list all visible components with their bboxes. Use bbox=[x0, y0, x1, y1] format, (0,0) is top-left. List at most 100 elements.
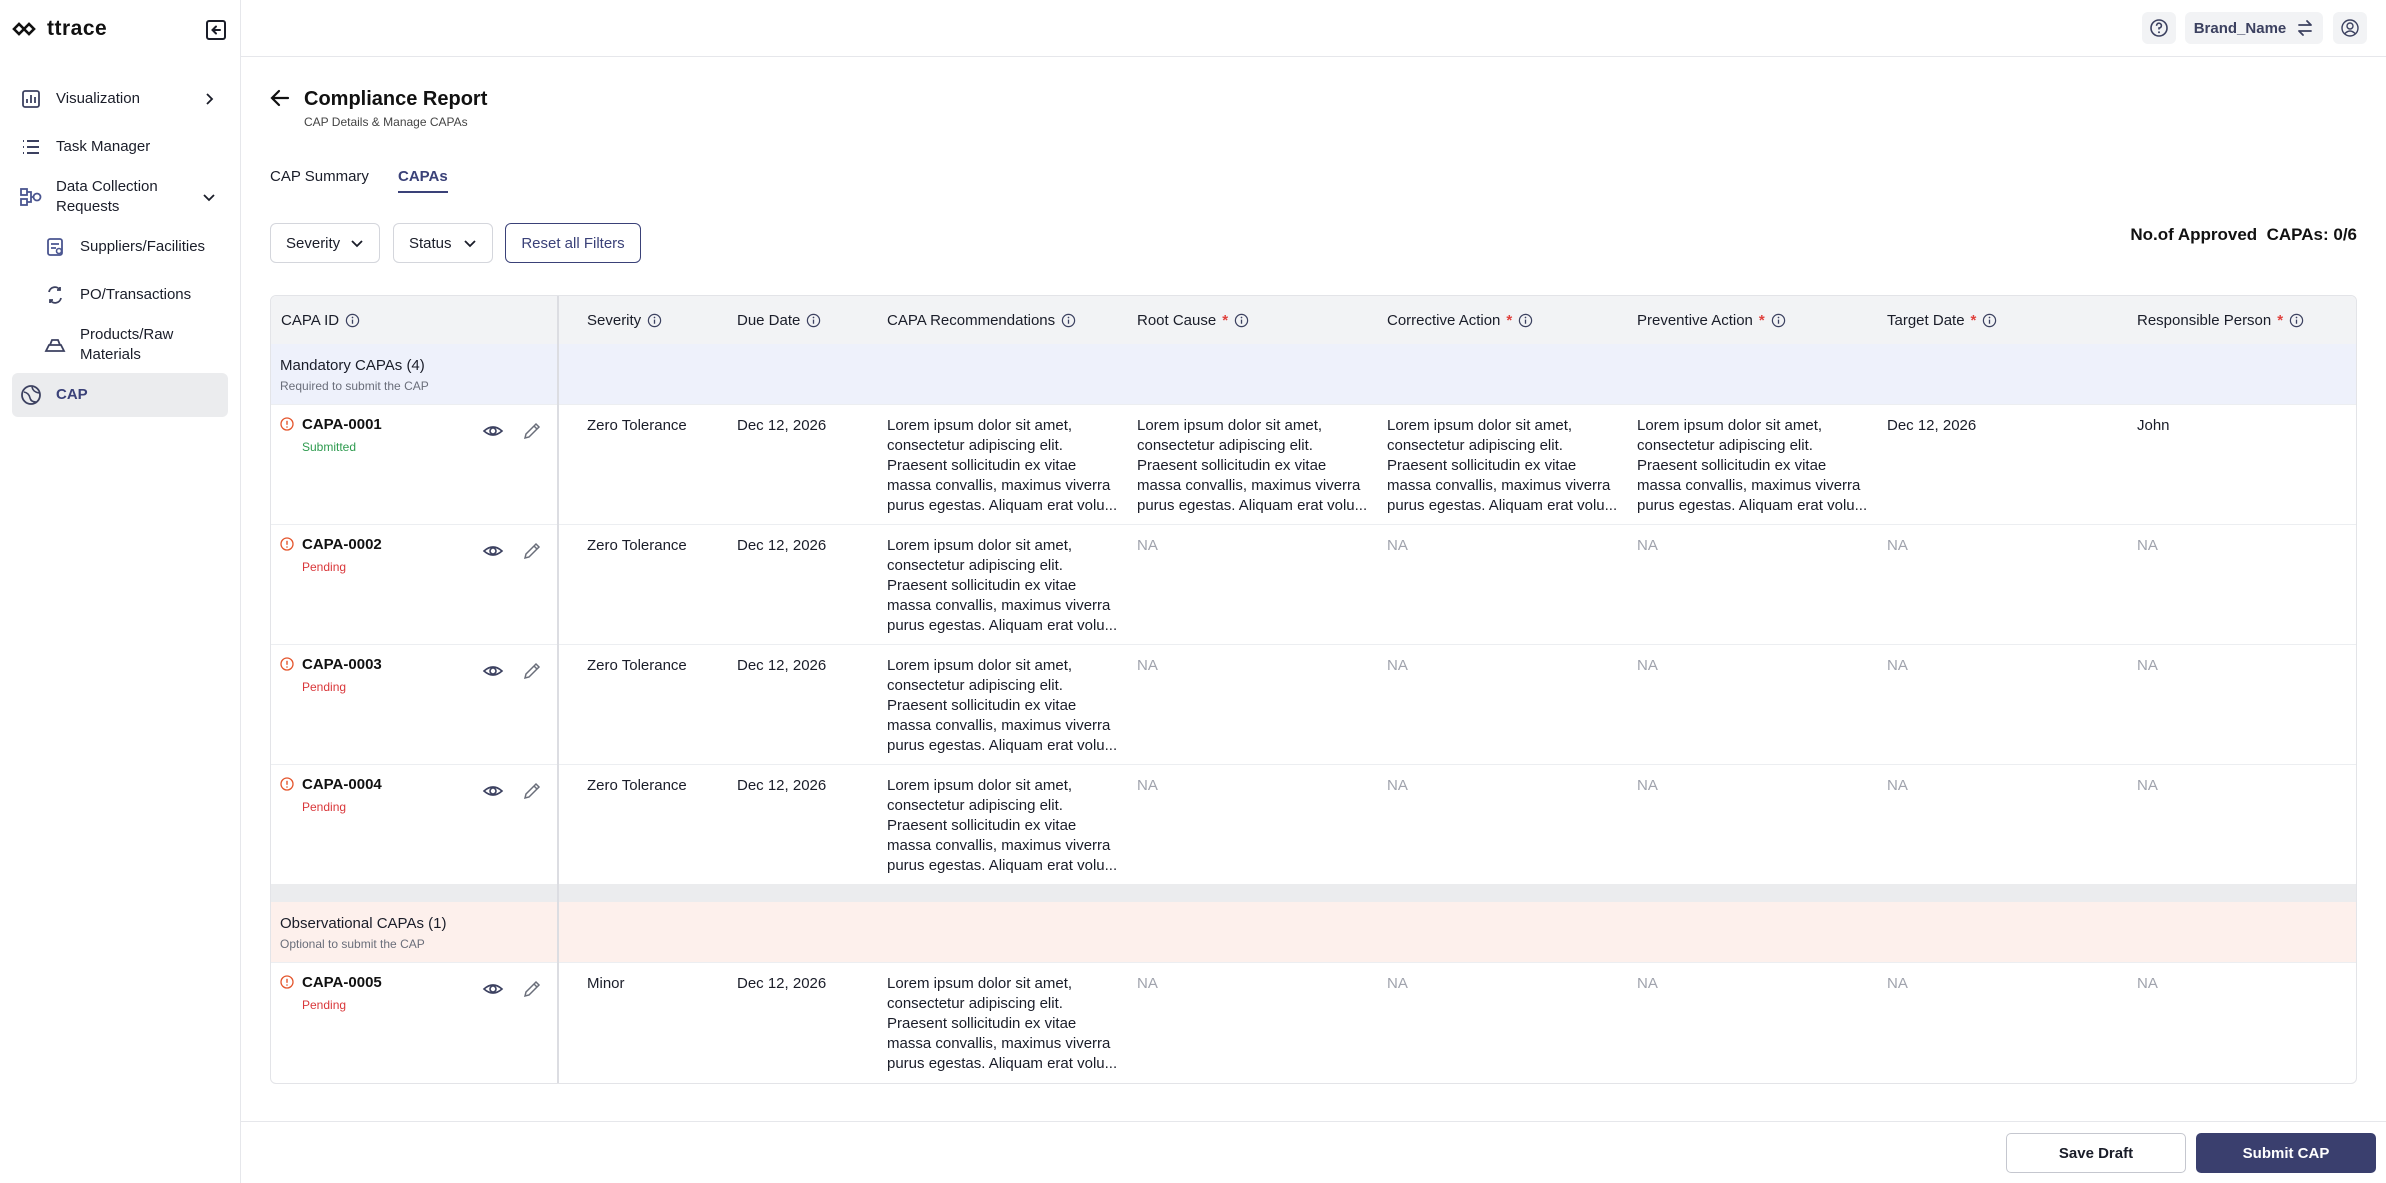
arrow-left-icon bbox=[270, 89, 290, 107]
tab-capas[interactable]: CAPAs bbox=[398, 168, 448, 193]
severity-filter[interactable]: Severity bbox=[270, 223, 380, 263]
due-date-cell: Dec 12, 2026 bbox=[737, 417, 827, 434]
column-header-label: Responsible Person bbox=[2137, 311, 2272, 329]
column-header-label: CAPA Recommendations bbox=[887, 311, 1056, 329]
column-header[interactable]: Severity bbox=[587, 296, 662, 344]
chevron-down-icon bbox=[351, 240, 363, 248]
preventive-action-cell: NA bbox=[1637, 975, 1658, 992]
edit-icon[interactable] bbox=[521, 660, 543, 682]
due-date-cell: Dec 12, 2026 bbox=[737, 777, 827, 794]
severity-cell: Zero Tolerance bbox=[587, 537, 687, 554]
logo[interactable]: ttrace bbox=[11, 16, 107, 42]
sidebar-item-visualization[interactable]: Visualization bbox=[12, 86, 228, 112]
user-profile-button[interactable] bbox=[2333, 12, 2367, 44]
responsible-person-cell: NA bbox=[2137, 975, 2158, 992]
brand-switcher-button[interactable]: Brand_Name bbox=[2185, 12, 2323, 44]
column-header[interactable]: Root Cause * bbox=[1137, 296, 1249, 344]
sidebar-item-label: Data Collection Requests bbox=[56, 178, 158, 215]
page-subtitle: CAP Details & Manage CAPAs bbox=[304, 115, 468, 129]
preventive-action-cell: NA bbox=[1637, 537, 1658, 554]
group-subtitle: Required to submit the CAP bbox=[280, 379, 429, 393]
info-icon[interactable] bbox=[1771, 313, 1786, 328]
list-icon bbox=[20, 136, 42, 158]
column-header[interactable]: Corrective Action * bbox=[1387, 296, 1533, 344]
edit-icon[interactable] bbox=[521, 420, 543, 442]
target-date-cell: NA bbox=[1887, 657, 1908, 674]
required-marker: * bbox=[1222, 311, 1229, 329]
capa-id[interactable]: CAPA-0005 bbox=[302, 974, 382, 991]
status-filter[interactable]: Status bbox=[393, 223, 493, 263]
top-bar bbox=[241, 0, 2386, 57]
severity-cell: Minor bbox=[587, 975, 625, 992]
sidebar-item-products[interactable]: Products/Raw Materials bbox=[36, 324, 228, 366]
root-cause-cell: NA bbox=[1137, 777, 1158, 794]
group-row-mandatory: Mandatory CAPAs (4) Required to submit t… bbox=[271, 344, 2356, 404]
edit-icon[interactable] bbox=[521, 978, 543, 1000]
info-icon[interactable] bbox=[1982, 313, 1997, 328]
collapse-sidebar-button[interactable] bbox=[204, 18, 228, 42]
severity-cell: Zero Tolerance bbox=[587, 777, 687, 794]
column-header[interactable]: Target Date * bbox=[1887, 296, 1997, 344]
capa-id[interactable]: CAPA-0004 bbox=[302, 776, 382, 793]
recommendation-cell: Lorem ipsum dolor sit amet, consectetur … bbox=[887, 975, 1118, 1072]
capa-id[interactable]: CAPA-0001 bbox=[302, 416, 382, 433]
required-marker: * bbox=[2277, 311, 2284, 329]
eye-icon[interactable] bbox=[482, 978, 504, 1000]
recommendation-cell: Lorem ipsum dolor sit amet, consectetur … bbox=[887, 417, 1118, 514]
info-icon[interactable] bbox=[1061, 313, 1076, 328]
info-icon[interactable] bbox=[806, 313, 821, 328]
save-draft-button[interactable]: Save Draft bbox=[2006, 1133, 2186, 1173]
info-icon[interactable] bbox=[647, 313, 662, 328]
submit-cap-button[interactable]: Submit CAP bbox=[2196, 1133, 2376, 1173]
tab-cap-summary[interactable]: CAP Summary bbox=[270, 168, 369, 191]
group-row-observational: Observational CAPAs (1) Optional to subm… bbox=[271, 902, 2356, 962]
sidebar-item-cap[interactable]: CAP bbox=[12, 373, 228, 417]
corrective-action-cell: NA bbox=[1387, 975, 1408, 992]
info-icon[interactable] bbox=[2289, 313, 2304, 328]
sidebar-item-label: Suppliers/Facilities bbox=[80, 238, 206, 255]
table-row: CAPA-0005 Pending Minor Dec 12, 2026 Lorem i… bbox=[271, 962, 2356, 1082]
required-marker: * bbox=[1970, 311, 1977, 329]
column-header-label: Preventive Action bbox=[1637, 311, 1753, 329]
supplier-icon bbox=[44, 236, 66, 258]
due-date-cell: Dec 12, 2026 bbox=[737, 975, 827, 992]
group-separator bbox=[271, 884, 2356, 902]
info-icon[interactable] bbox=[1234, 313, 1249, 328]
target-date-cell: NA bbox=[1887, 975, 1908, 992]
edit-icon[interactable] bbox=[521, 540, 543, 562]
help-icon bbox=[2150, 19, 2168, 37]
sidebar-item-task-manager[interactable]: Task Manager bbox=[12, 134, 228, 160]
back-button[interactable] bbox=[268, 86, 296, 110]
root-cause-cell: Lorem ipsum dolor sit amet, consectetur … bbox=[1137, 417, 1368, 514]
edit-icon[interactable] bbox=[521, 780, 543, 802]
sidebar-item-suppliers[interactable]: Suppliers/Facilities bbox=[36, 234, 228, 260]
column-header[interactable]: CAPA ID bbox=[281, 296, 360, 344]
sidebar-item-label: PO/Transactions bbox=[80, 286, 192, 303]
eye-icon[interactable] bbox=[482, 540, 504, 562]
column-header[interactable]: Due Date bbox=[737, 296, 821, 344]
column-header[interactable]: Preventive Action * bbox=[1637, 296, 1786, 344]
status-label: Submitted bbox=[302, 440, 357, 454]
capa-id[interactable]: CAPA-0003 bbox=[302, 656, 382, 673]
column-header[interactable]: CAPA Recommendations bbox=[887, 296, 1076, 344]
column-header[interactable]: Responsible Person * bbox=[2137, 296, 2304, 344]
reset-filters-button[interactable]: Reset all Filters bbox=[505, 223, 641, 263]
severity-filter-label: Severity bbox=[286, 234, 341, 252]
responsible-person-cell: John bbox=[2137, 417, 2170, 434]
info-icon[interactable] bbox=[1518, 313, 1533, 328]
eye-icon[interactable] bbox=[482, 660, 504, 682]
sidebar-item-data-collection[interactable]: Data Collection Requests bbox=[12, 176, 228, 218]
info-icon[interactable] bbox=[345, 313, 360, 328]
app-root: ttrace Visualization Task Manager Data C… bbox=[0, 0, 2386, 1183]
sidebar-item-transactions[interactable]: PO/Transactions bbox=[36, 282, 228, 308]
due-date-cell: Dec 12, 2026 bbox=[737, 537, 827, 554]
eye-icon[interactable] bbox=[482, 420, 504, 442]
alert-icon bbox=[280, 975, 294, 989]
products-icon bbox=[44, 334, 66, 356]
eye-icon[interactable] bbox=[482, 780, 504, 802]
cap-icon bbox=[20, 384, 42, 406]
table-row: CAPA-0002 Pending Zero Tolerance Dec 12, 20… bbox=[271, 524, 2356, 644]
corrective-action-cell: Lorem ipsum dolor sit amet, consectetur … bbox=[1387, 417, 1618, 514]
help-button[interactable] bbox=[2142, 12, 2176, 44]
capa-id[interactable]: CAPA-0002 bbox=[302, 536, 382, 553]
